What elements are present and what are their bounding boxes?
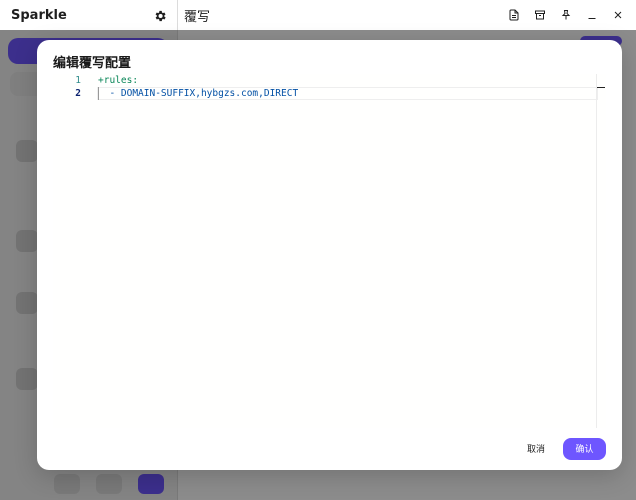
pin-icon[interactable] [558, 7, 574, 23]
confirm-button[interactable]: 确认 [563, 437, 606, 460]
archive-icon[interactable] [532, 7, 548, 23]
topbar: 覆写 [178, 0, 636, 30]
editor-scrollbar[interactable] [596, 74, 606, 428]
app-name: Sparkle [11, 7, 67, 23]
dialog-footer: 取消 确认 [519, 437, 606, 460]
line-text[interactable]: - DOMAIN-SUFFIX,hybgzs.com,DIRECT [98, 87, 298, 100]
code-line: 2 - DOMAIN-SUFFIX,hybgzs.com,DIRECT [53, 87, 606, 100]
line-number: 1 [75, 75, 81, 86]
gear-icon[interactable] [153, 8, 167, 22]
cursor-position-marker [597, 87, 605, 88]
line-text-content: - DOMAIN-SUFFIX,hybgzs.com,DIRECT [98, 88, 299, 99]
window-actions [506, 0, 626, 30]
dialog-title: 编辑覆写配置 [53, 56, 132, 71]
code-editor[interactable]: 1 +rules: 2 - DOMAIN-SUFFIX,hybgzs.com,D… [53, 74, 606, 428]
file-text-icon[interactable] [506, 7, 522, 23]
cancel-button[interactable]: 取消 [519, 437, 553, 460]
close-icon[interactable] [610, 7, 626, 23]
sidebar-header: Sparkle [0, 0, 177, 30]
minimize-icon[interactable] [584, 7, 600, 23]
text-caret [98, 87, 99, 100]
edit-override-dialog: 编辑覆写配置 1 +rules: 2 - DOMAIN-SUFFIX,hybgz… [37, 40, 622, 470]
code-line: 1 +rules: [53, 74, 606, 87]
line-text-content: +rules: [98, 75, 139, 86]
page-title: 覆写 [184, 9, 211, 25]
line-number: 2 [75, 88, 81, 99]
line-text[interactable]: +rules: [98, 74, 138, 87]
